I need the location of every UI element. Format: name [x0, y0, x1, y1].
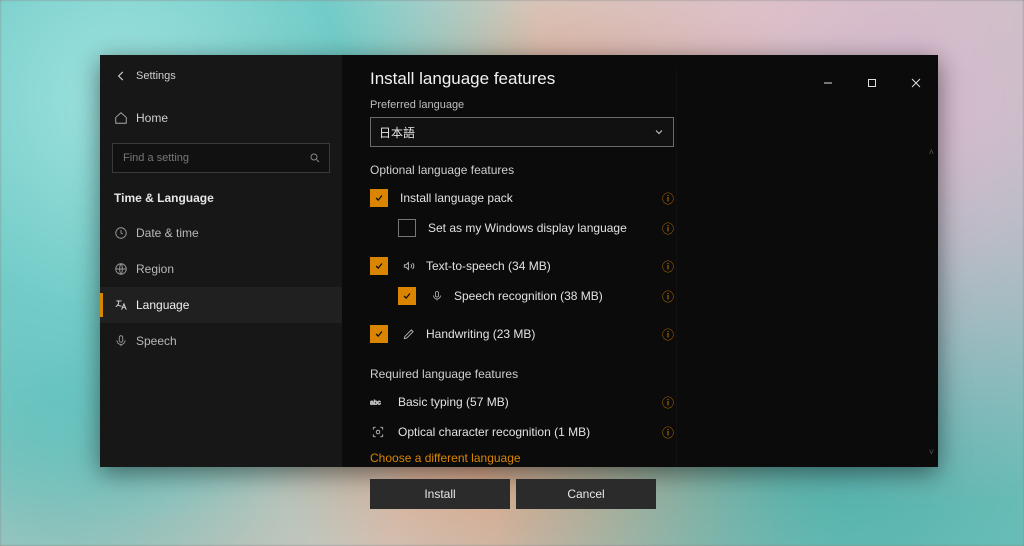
optional-features-header: Optional language features [370, 163, 676, 177]
right-pane: ˄ ˅ [676, 69, 938, 467]
mic-icon [428, 290, 446, 302]
clock-icon [114, 226, 136, 240]
info-icon[interactable]: ⓘ [660, 288, 676, 305]
feature-label: Text-to-speech (34 MB) [426, 259, 660, 273]
search-icon [309, 152, 321, 164]
home-label: Home [136, 111, 168, 125]
checkbox-handwriting[interactable] [370, 325, 388, 343]
cancel-button[interactable]: Cancel [516, 479, 656, 509]
sidebar-item-label: Date & time [136, 226, 199, 240]
choose-different-language-link[interactable]: Choose a different language [370, 451, 521, 465]
info-icon[interactable]: ⓘ [660, 326, 676, 343]
sidebar-item-language[interactable]: Language [100, 287, 342, 323]
svg-text:abc: abc [370, 400, 381, 407]
preferred-language-label: Preferred language [370, 99, 676, 111]
globe-icon [114, 262, 136, 276]
tts-icon [400, 259, 418, 273]
maximize-button[interactable] [850, 69, 894, 97]
info-icon[interactable]: ⓘ [660, 394, 676, 411]
sidebar-item-label: Language [136, 298, 189, 312]
sidebar-item-region[interactable]: Region [100, 251, 342, 287]
search-input[interactable] [121, 151, 275, 165]
dropdown-value: 日本語 [379, 124, 415, 141]
search-box[interactable] [112, 143, 330, 173]
sidebar-item-speech[interactable]: Speech [100, 323, 342, 359]
sidebar-header: Settings [100, 61, 342, 91]
feature-text-to-speech: Text-to-speech (34 MB) ⓘ [370, 253, 676, 279]
window-controls [806, 69, 938, 97]
preferred-language-dropdown[interactable]: 日本語 [370, 117, 674, 147]
close-button[interactable] [894, 69, 938, 97]
language-icon [114, 298, 136, 312]
minimize-button[interactable] [806, 69, 850, 97]
app-title: Settings [136, 70, 176, 82]
feature-label: Speech recognition (38 MB) [454, 289, 660, 303]
feature-speech-recognition: Speech recognition (38 MB) ⓘ [370, 283, 676, 309]
feature-label: Set as my Windows display language [428, 221, 660, 235]
feature-label: Handwriting (23 MB) [426, 327, 660, 341]
back-icon[interactable] [114, 69, 136, 83]
required-features-header: Required language features [370, 367, 676, 381]
scroll-up-icon[interactable]: ˄ [929, 147, 934, 157]
info-icon[interactable]: ⓘ [660, 220, 676, 237]
chevron-down-icon [653, 126, 665, 138]
feature-label: Optical character recognition (1 MB) [398, 425, 660, 439]
feature-label: Basic typing (57 MB) [398, 395, 660, 409]
sidebar-home[interactable]: Home [100, 101, 342, 135]
settings-window: Settings Home Time & Language Date & tim… [100, 55, 938, 467]
feature-set-display-language: Set as my Windows display language ⓘ [370, 215, 676, 241]
scroll-down-icon[interactable]: ˅ [929, 447, 934, 457]
info-icon[interactable]: ⓘ [660, 190, 676, 207]
checkbox-speech-recognition[interactable] [398, 287, 416, 305]
feature-install-language-pack: Install language pack ⓘ [370, 185, 676, 211]
install-button[interactable]: Install [370, 479, 510, 509]
checkbox-language-pack[interactable] [370, 189, 388, 207]
feature-basic-typing: abc Basic typing (57 MB) ⓘ [370, 389, 676, 415]
feature-ocr: Optical character recognition (1 MB) ⓘ [370, 419, 676, 445]
dialog-panel: Install language features Preferred lang… [342, 55, 938, 467]
sidebar-item-label: Speech [136, 334, 177, 348]
sidebar-item-date-time[interactable]: Date & time [100, 215, 342, 251]
settings-sidebar: Settings Home Time & Language Date & tim… [100, 55, 342, 467]
info-icon[interactable]: ⓘ [660, 424, 676, 441]
feature-handwriting: Handwriting (23 MB) ⓘ [370, 321, 676, 347]
pen-icon [400, 327, 418, 341]
sidebar-item-label: Region [136, 262, 174, 276]
dialog-title: Install language features [370, 69, 676, 89]
mic-icon [114, 334, 136, 348]
sidebar-section-header: Time & Language [100, 185, 342, 215]
checkbox-display-language[interactable] [398, 219, 416, 237]
dialog-buttons: Install Cancel [370, 479, 676, 509]
checkbox-tts[interactable] [370, 257, 388, 275]
ocr-icon [370, 425, 386, 439]
feature-label: Install language pack [400, 191, 660, 205]
info-icon[interactable]: ⓘ [660, 258, 676, 275]
abc-icon: abc [370, 396, 386, 408]
home-icon [114, 111, 136, 125]
